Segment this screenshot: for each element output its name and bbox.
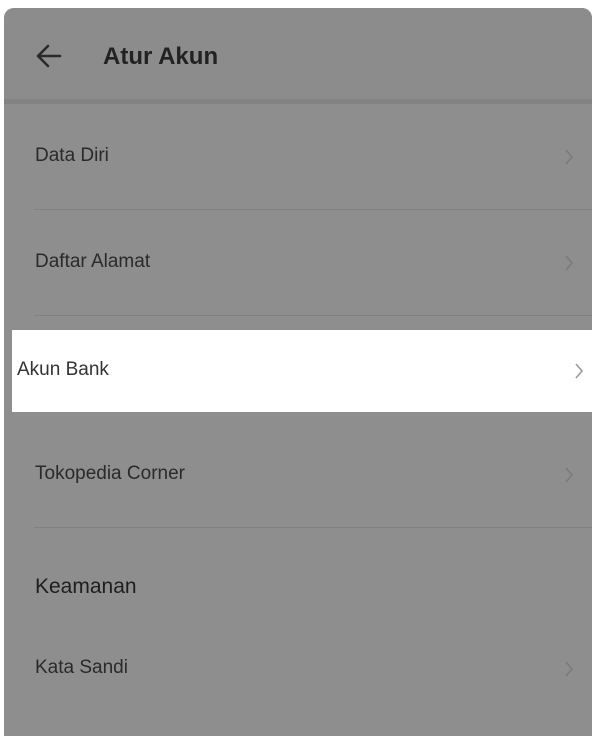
- list-item-akun-bank[interactable]: Akun Bank: [12, 330, 592, 412]
- arrow-left-icon[interactable]: [34, 42, 64, 70]
- list-item-label: Akun Bank: [17, 359, 109, 380]
- section-title: Keamanan: [35, 575, 137, 598]
- list-item-kata-sandi[interactable]: Kata Sandi: [4, 630, 592, 736]
- chevron-right-icon: [565, 661, 574, 677]
- list-item-tokopedia-corner[interactable]: Tokopedia Corner: [4, 422, 592, 528]
- settings-list: Data Diri Daftar Alamat Tokopedia Corner…: [4, 104, 592, 736]
- page-title: Atur Akun: [103, 43, 219, 70]
- account-settings-screen: Atur Akun Data Diri Daftar Alamat Tokope…: [4, 8, 592, 736]
- list-item-daftar-alamat[interactable]: Daftar Alamat: [4, 210, 592, 316]
- list-item-data-diri[interactable]: Data Diri: [4, 104, 592, 210]
- list-item-label: Data Diri: [35, 145, 109, 166]
- section-keamanan: Keamanan: [4, 528, 592, 630]
- list-item-label: Tokopedia Corner: [35, 463, 185, 484]
- chevron-right-icon: [565, 467, 574, 483]
- chevron-right-icon: [565, 149, 574, 165]
- list-item-label: Daftar Alamat: [35, 251, 151, 272]
- list-item-label: Kata Sandi: [35, 657, 128, 678]
- chevron-right-icon: [565, 255, 574, 271]
- app-bar: Atur Akun: [4, 8, 592, 104]
- chevron-right-icon: [575, 363, 584, 379]
